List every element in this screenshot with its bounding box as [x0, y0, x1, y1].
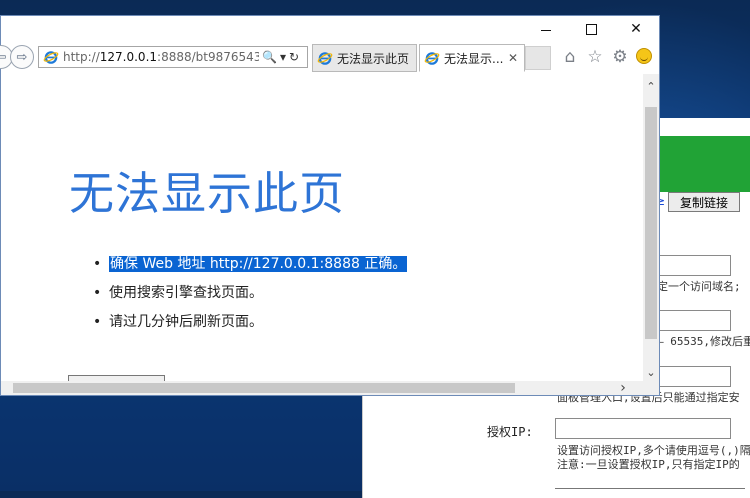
scroll-down-icon[interactable]: ⌄: [643, 364, 659, 380]
tab-label: 无法显示...: [444, 51, 504, 66]
ie-tab-icon: [424, 52, 440, 65]
address-bar[interactable]: http://127.0.0.1:8888/bt98765432 🔍 ▾ ↻: [38, 46, 308, 68]
browser-window: ✕ ⇦ ⇨ http://127.0.0.1:8888/bt98765432 🔍…: [0, 15, 660, 396]
close-icon: ✕: [630, 21, 642, 37]
tab-1[interactable]: 无法显示此页: [312, 44, 417, 72]
vertical-scroll-thumb[interactable]: [645, 107, 657, 339]
scroll-up-icon[interactable]: ⌃: [643, 78, 659, 94]
maximize-button[interactable]: [568, 16, 614, 42]
back-arrow-icon: ⇦: [0, 49, 7, 65]
tab-label: 无法显示此页: [337, 51, 410, 66]
auth-ip-input[interactable]: [555, 418, 731, 439]
maximize-icon: [585, 23, 597, 35]
suggestion-list: 确保 Web 地址 http://127.0.0.1:8888 正确。 使用搜索…: [93, 254, 408, 341]
search-icon[interactable]: 🔍: [262, 50, 277, 64]
forward-arrow-icon: ⇨: [16, 49, 28, 65]
dropdown-icon[interactable]: ▾: [280, 50, 286, 64]
navigation-bar: ⇦ ⇨ http://127.0.0.1:8888/bt98765432 🔍 ▾…: [0, 42, 659, 74]
favorites-star-icon[interactable]: ☆: [584, 46, 606, 68]
close-window-button[interactable]: ✕: [613, 16, 659, 42]
url-text: http://127.0.0.1:8888/bt98765432: [63, 50, 259, 64]
domain-hint: 定一个访问域名;: [657, 280, 741, 293]
list-item: 使用搜索引擎查找页面。: [93, 283, 407, 312]
scroll-right-icon[interactable]: ›: [615, 380, 631, 396]
gear-icon[interactable]: ⚙: [609, 46, 631, 68]
page-title: 无法显示此页: [69, 167, 346, 220]
ie-logo-icon: [43, 51, 59, 64]
refresh-icon[interactable]: ↻: [289, 50, 299, 64]
minimize-button[interactable]: [523, 16, 569, 42]
title-bar: ✕: [1, 16, 659, 42]
copy-link-button[interactable]: 复制链接: [668, 192, 740, 212]
tab-close-icon[interactable]: ✕: [508, 51, 518, 65]
vertical-scrollbar[interactable]: ⌃ ⌄: [643, 74, 659, 381]
port-hint: — 65535,修改后重: [657, 335, 750, 348]
feedback-smiley-icon[interactable]: [636, 48, 652, 64]
list-item: 请过几分钟后刷新页面。: [93, 312, 407, 341]
home-icon[interactable]: ⌂: [559, 46, 581, 68]
horizontal-scroll-thumb[interactable]: [13, 383, 515, 393]
horizontal-scrollbar[interactable]: ›: [1, 380, 643, 396]
minimize-icon: [541, 29, 551, 31]
list-item: 确保 Web 地址 http://127.0.0.1:8888 正确。: [93, 254, 408, 283]
tab-2[interactable]: 无法显示... ✕: [419, 44, 525, 72]
new-tab-button[interactable]: [525, 46, 551, 70]
forward-button[interactable]: ⇨: [10, 45, 34, 69]
scrollbar-corner: [643, 381, 659, 395]
ie-tab-icon: [317, 52, 333, 65]
auth-ip-label: 授权IP:: [487, 425, 533, 439]
page-content: 无法显示此页 确保 Web 地址 http://127.0.0.1:8888 正…: [1, 74, 643, 381]
auth-ip-hint-2: 注意:一旦设置授权IP,只有指定IP的: [557, 458, 740, 471]
selected-text: 确保 Web 地址 http://127.0.0.1:8888 正确。: [109, 256, 408, 272]
divider: [555, 488, 745, 489]
